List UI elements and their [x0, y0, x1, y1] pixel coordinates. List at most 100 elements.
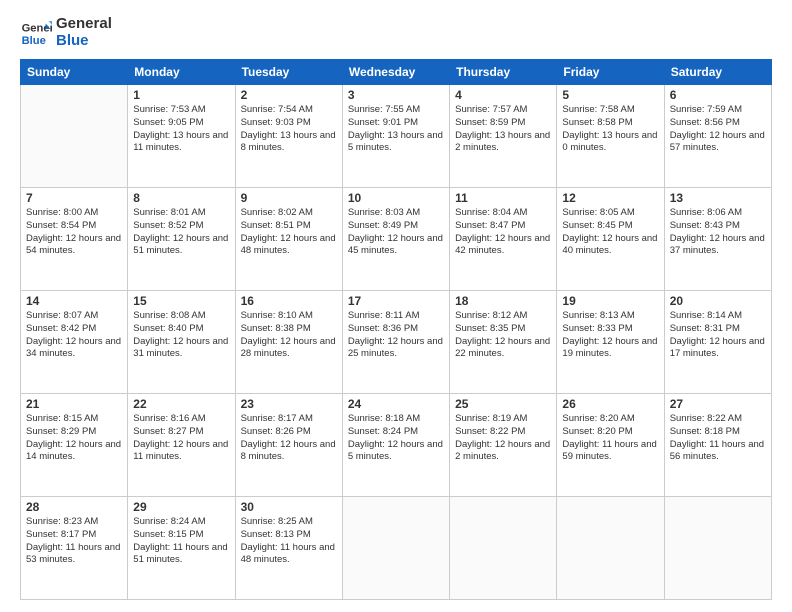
day-number: 25 — [455, 397, 551, 411]
day-number: 30 — [241, 500, 337, 514]
day-info: Sunrise: 8:12 AM Sunset: 8:35 PM Dayligh… — [455, 310, 551, 361]
day-cell: 4 Sunrise: 7:57 AM Sunset: 8:59 PM Daylig… — [450, 85, 557, 188]
day-number: 13 — [670, 191, 766, 205]
day-cell: 16 Sunrise: 8:10 AM Sunset: 8:38 PM Dayli… — [235, 291, 342, 394]
day-cell: 13 Sunrise: 8:06 AM Sunset: 8:43 PM Dayli… — [664, 188, 771, 291]
day-info: Sunrise: 8:00 AM Sunset: 8:54 PM Dayligh… — [26, 207, 122, 258]
day-number: 24 — [348, 397, 444, 411]
day-cell: 15 Sunrise: 8:08 AM Sunset: 8:40 PM Dayli… — [128, 291, 235, 394]
day-info: Sunrise: 8:18 AM Sunset: 8:24 PM Dayligh… — [348, 413, 444, 464]
day-number: 11 — [455, 191, 551, 205]
calendar-table: SundayMondayTuesdayWednesdayThursdayFrid… — [20, 59, 772, 600]
day-info: Sunrise: 8:25 AM Sunset: 8:13 PM Dayligh… — [241, 516, 337, 567]
day-cell: 23 Sunrise: 8:17 AM Sunset: 8:26 PM Dayli… — [235, 394, 342, 497]
day-info: Sunrise: 8:22 AM Sunset: 8:18 PM Dayligh… — [670, 413, 766, 464]
week-row-4: 28Sunrise: 8:23 AM Sunset: 8:17 PM Dayli… — [21, 497, 772, 600]
day-cell: 22 Sunrise: 8:16 AM Sunset: 8:27 PM Dayli… — [128, 394, 235, 497]
day-cell: 27Sunrise: 8:22 AM Sunset: 8:18 PM Dayli… — [664, 394, 771, 497]
day-info: Sunrise: 8:11 AM Sunset: 8:36 PM Dayligh… — [348, 310, 444, 361]
day-number: 19 — [562, 294, 658, 308]
day-cell: 21Sunrise: 8:15 AM Sunset: 8:29 PM Dayli… — [21, 394, 128, 497]
day-number: 14 — [26, 294, 122, 308]
weekday-header-monday: Monday — [128, 60, 235, 85]
day-cell: 10Sunrise: 8:03 AM Sunset: 8:49 PM Dayli… — [342, 188, 449, 291]
day-number: 3 — [348, 88, 444, 102]
day-number: 26 — [562, 397, 658, 411]
logo: General Blue General Blue — [20, 16, 112, 49]
day-cell — [664, 497, 771, 600]
day-number: 16 — [241, 294, 337, 308]
day-cell: 20 Sunrise: 8:14 AM Sunset: 8:31 PM Dayli… — [664, 291, 771, 394]
day-cell: 25 Sunrise: 8:19 AM Sunset: 8:22 PM Dayli… — [450, 394, 557, 497]
weekday-header-row: SundayMondayTuesdayWednesdayThursdayFrid… — [21, 60, 772, 85]
day-info: Sunrise: 8:10 AM Sunset: 8:38 PM Dayligh… — [241, 310, 337, 361]
day-info: Sunrise: 8:07 AM Sunset: 8:42 PM Dayligh… — [26, 310, 122, 361]
day-cell: 24 Sunrise: 8:18 AM Sunset: 8:24 PM Dayli… — [342, 394, 449, 497]
day-info: Sunrise: 8:08 AM Sunset: 8:40 PM Dayligh… — [133, 310, 229, 361]
logo-icon: General Blue — [20, 17, 52, 49]
day-cell: 28Sunrise: 8:23 AM Sunset: 8:17 PM Dayli… — [21, 497, 128, 600]
day-cell — [450, 497, 557, 600]
day-cell: 2Sunrise: 7:54 AM Sunset: 9:03 PM Daylig… — [235, 85, 342, 188]
day-info: Sunrise: 8:24 AM Sunset: 8:15 PM Dayligh… — [133, 516, 229, 567]
day-cell: 6 Sunrise: 7:59 AM Sunset: 8:56 PM Daylig… — [664, 85, 771, 188]
day-number: 4 — [455, 88, 551, 102]
day-number: 5 — [562, 88, 658, 102]
day-number: 20 — [670, 294, 766, 308]
weekday-header-friday: Friday — [557, 60, 664, 85]
weekday-header-thursday: Thursday — [450, 60, 557, 85]
day-number: 9 — [241, 191, 337, 205]
logo-blue: Blue — [56, 33, 112, 50]
day-cell: 8 Sunrise: 8:01 AM Sunset: 8:52 PM Daylig… — [128, 188, 235, 291]
day-info: Sunrise: 7:59 AM Sunset: 8:56 PM Dayligh… — [670, 104, 766, 155]
logo-general: General — [56, 16, 112, 33]
day-cell: 17 Sunrise: 8:11 AM Sunset: 8:36 PM Dayli… — [342, 291, 449, 394]
day-info: Sunrise: 8:20 AM Sunset: 8:20 PM Dayligh… — [562, 413, 658, 464]
weekday-header-wednesday: Wednesday — [342, 60, 449, 85]
week-row-3: 21Sunrise: 8:15 AM Sunset: 8:29 PM Dayli… — [21, 394, 772, 497]
day-info: Sunrise: 8:01 AM Sunset: 8:52 PM Dayligh… — [133, 207, 229, 258]
weekday-header-tuesday: Tuesday — [235, 60, 342, 85]
day-cell — [342, 497, 449, 600]
day-cell: 29Sunrise: 8:24 AM Sunset: 8:15 PM Dayli… — [128, 497, 235, 600]
day-cell: 11Sunrise: 8:04 AM Sunset: 8:47 PM Dayli… — [450, 188, 557, 291]
day-cell — [21, 85, 128, 188]
day-info: Sunrise: 8:03 AM Sunset: 8:49 PM Dayligh… — [348, 207, 444, 258]
day-info: Sunrise: 7:57 AM Sunset: 8:59 PM Dayligh… — [455, 104, 551, 155]
header: General Blue General Blue — [20, 16, 772, 49]
day-info: Sunrise: 8:16 AM Sunset: 8:27 PM Dayligh… — [133, 413, 229, 464]
day-number: 2 — [241, 88, 337, 102]
day-info: Sunrise: 8:02 AM Sunset: 8:51 PM Dayligh… — [241, 207, 337, 258]
day-info: Sunrise: 8:13 AM Sunset: 8:33 PM Dayligh… — [562, 310, 658, 361]
calendar-page: General Blue General Blue SundayMondayTu… — [0, 0, 792, 612]
day-info: Sunrise: 8:17 AM Sunset: 8:26 PM Dayligh… — [241, 413, 337, 464]
day-number: 12 — [562, 191, 658, 205]
day-number: 28 — [26, 500, 122, 514]
svg-text:Blue: Blue — [22, 35, 46, 47]
day-cell: 19 Sunrise: 8:13 AM Sunset: 8:33 PM Dayli… — [557, 291, 664, 394]
day-number: 21 — [26, 397, 122, 411]
weekday-header-sunday: Sunday — [21, 60, 128, 85]
week-row-0: 1Sunrise: 7:53 AM Sunset: 9:05 PM Daylig… — [21, 85, 772, 188]
day-number: 7 — [26, 191, 122, 205]
day-number: 6 — [670, 88, 766, 102]
day-info: Sunrise: 8:06 AM Sunset: 8:43 PM Dayligh… — [670, 207, 766, 258]
day-cell: 18 Sunrise: 8:12 AM Sunset: 8:35 PM Dayli… — [450, 291, 557, 394]
day-cell: 1Sunrise: 7:53 AM Sunset: 9:05 PM Daylig… — [128, 85, 235, 188]
day-info: Sunrise: 8:14 AM Sunset: 8:31 PM Dayligh… — [670, 310, 766, 361]
day-number: 15 — [133, 294, 229, 308]
day-number: 17 — [348, 294, 444, 308]
day-info: Sunrise: 7:58 AM Sunset: 8:58 PM Dayligh… — [562, 104, 658, 155]
day-number: 18 — [455, 294, 551, 308]
day-cell: 3Sunrise: 7:55 AM Sunset: 9:01 PM Daylig… — [342, 85, 449, 188]
day-number: 22 — [133, 397, 229, 411]
day-cell: 7 Sunrise: 8:00 AM Sunset: 8:54 PM Daylig… — [21, 188, 128, 291]
day-info: Sunrise: 8:05 AM Sunset: 8:45 PM Dayligh… — [562, 207, 658, 258]
day-cell — [557, 497, 664, 600]
day-info: Sunrise: 8:19 AM Sunset: 8:22 PM Dayligh… — [455, 413, 551, 464]
day-cell: 26 Sunrise: 8:20 AM Sunset: 8:20 PM Dayli… — [557, 394, 664, 497]
day-number: 23 — [241, 397, 337, 411]
weekday-header-saturday: Saturday — [664, 60, 771, 85]
day-cell: 14 Sunrise: 8:07 AM Sunset: 8:42 PM Dayli… — [21, 291, 128, 394]
day-number: 8 — [133, 191, 229, 205]
